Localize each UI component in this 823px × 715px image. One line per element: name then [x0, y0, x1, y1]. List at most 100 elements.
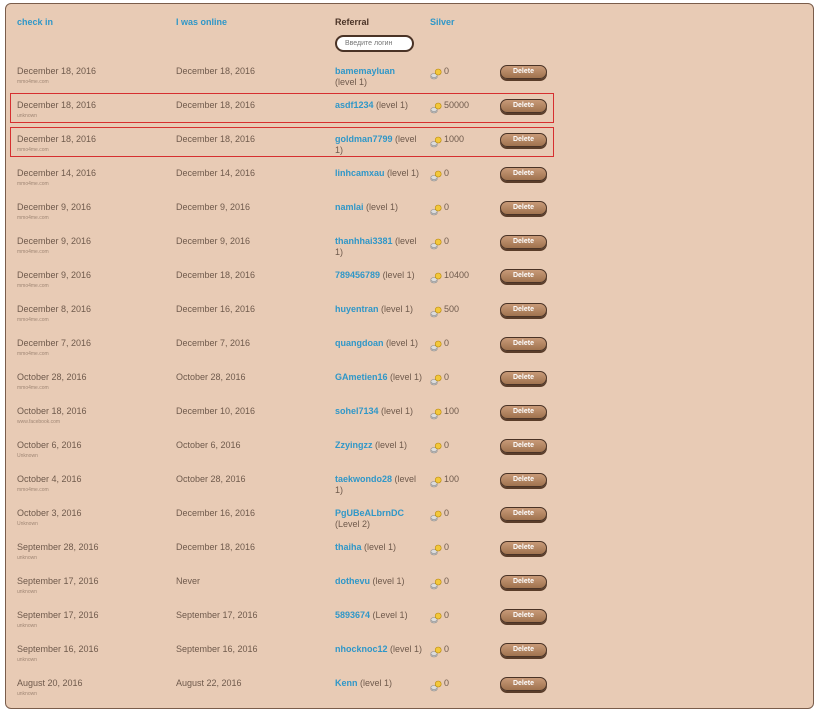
referral-row: September 28, 2016 unknown December 18, 20…: [6, 535, 813, 569]
delete-button[interactable]: Delete: [500, 439, 547, 453]
referral-source: mmo4me.com: [17, 385, 49, 391]
referral-username-link[interactable]: thanhhai3381: [335, 236, 393, 246]
last-online-date: December 18, 2016: [176, 134, 256, 144]
delete-button[interactable]: Delete: [500, 133, 547, 147]
referral-username-link[interactable]: linhcamxau: [335, 168, 385, 178]
delete-button[interactable]: Delete: [500, 677, 547, 691]
checkin-date: December 14, 2016: [17, 168, 97, 178]
header-i-was-online[interactable]: I was online: [176, 17, 227, 27]
checkin-date: December 9, 2016: [17, 202, 92, 212]
referral-source: unknown: [17, 691, 38, 697]
delete-button[interactable]: Delete: [500, 643, 547, 657]
referral-row: October 3, 2016 Unknown December 16, 2016 P…: [6, 501, 813, 535]
last-online-date: September 16, 2016: [176, 644, 258, 654]
silver-coin-icon: [430, 543, 442, 556]
referral-username-link[interactable]: namlai: [335, 202, 364, 212]
delete-button[interactable]: Delete: [500, 235, 547, 249]
checkin-date: December 18, 2016: [17, 100, 97, 110]
referral-level: (level 1): [387, 644, 423, 654]
checkin-date: October 4, 2016: [17, 474, 82, 484]
referral-username-link[interactable]: huyentran: [335, 304, 379, 314]
silver-amount: 0: [444, 66, 450, 76]
silver-amount: 0: [444, 440, 450, 450]
referral-source: mmo4me.com: [17, 283, 49, 289]
silver-coin-icon: [430, 271, 442, 284]
last-online-date: December 16, 2016: [176, 508, 256, 518]
checkin-date: December 7, 2016: [17, 338, 92, 348]
last-online-date: October 6, 2016: [176, 440, 241, 450]
silver-amount: 500: [444, 304, 460, 314]
referral-level: (level 1): [384, 168, 420, 178]
delete-button[interactable]: Delete: [500, 65, 547, 79]
silver-coin-icon: [430, 237, 442, 250]
referral-username-link[interactable]: bamemayluan: [335, 66, 395, 76]
last-online-date: December 18, 2016: [176, 542, 256, 552]
referral-user: namlai (level 1): [335, 202, 398, 212]
referral-username-link[interactable]: 789456789: [335, 270, 380, 280]
referral-username-link[interactable]: sohel7134: [335, 406, 379, 416]
delete-button[interactable]: Delete: [500, 609, 547, 623]
referral-username-link[interactable]: PgUBeALbrnDC: [335, 508, 404, 518]
delete-button[interactable]: Delete: [500, 371, 547, 385]
referral-user: thaiha (level 1): [335, 542, 396, 552]
referral-username-link[interactable]: goldman7799: [335, 134, 393, 144]
checkin-date: August 20, 2016: [17, 678, 83, 688]
referral-source: Unknown: [17, 521, 38, 527]
referral-user: dothevu (level 1): [335, 576, 405, 586]
referral-level: (level 1): [361, 542, 397, 552]
referral-row: December 8, 2016 mmo4me.com December 16, 2…: [6, 297, 813, 331]
referral-username-link[interactable]: asdf1234: [335, 100, 374, 110]
referral-row: December 9, 2016 mmo4me.com December 9, 20…: [6, 229, 813, 263]
checkin-date: September 28, 2016: [17, 542, 99, 552]
referral-username-link[interactable]: Kenn: [335, 678, 358, 688]
delete-button[interactable]: Delete: [500, 405, 547, 419]
login-search-input[interactable]: [335, 35, 414, 52]
delete-button[interactable]: Delete: [500, 303, 547, 317]
referral-row: October 4, 2016 mmo4me.com October 28, 201…: [6, 467, 813, 501]
referral-username-link[interactable]: GAmetien16: [335, 372, 388, 382]
delete-button[interactable]: Delete: [500, 473, 547, 487]
referral-user: Kenn (level 1): [335, 678, 392, 688]
referral-username-link[interactable]: taekwondo28: [335, 474, 392, 484]
referral-source: mmo4me.com: [17, 249, 49, 255]
referral-row: December 14, 2016 mmo4me.com December 14, …: [6, 161, 813, 195]
delete-button[interactable]: Delete: [500, 201, 547, 215]
referral-row: August 20, 2016 unknown August 22, 2016 Ken…: [6, 671, 813, 705]
referral-username-link[interactable]: 5893674: [335, 610, 370, 620]
referral-source: www.facebook.com: [17, 419, 61, 425]
checkin-date: December 18, 2016: [17, 66, 97, 76]
checkin-date: October 28, 2016: [17, 372, 87, 382]
referral-source: mmo4me.com: [17, 351, 49, 357]
referral-username-link[interactable]: thaiha: [335, 542, 362, 552]
referral-source: mmo4me.com: [17, 215, 49, 221]
referral-user: linhcamxau (level 1): [335, 168, 419, 178]
delete-button[interactable]: Delete: [500, 167, 547, 181]
checkin-date: September 17, 2016: [17, 576, 99, 586]
delete-button[interactable]: Delete: [500, 99, 547, 113]
referral-username-link[interactable]: quangdoan: [335, 338, 384, 348]
silver-coin-icon: [430, 679, 442, 692]
delete-button[interactable]: Delete: [500, 541, 547, 555]
referral-user: thanhhai3381 (level 1): [335, 236, 419, 258]
header-silver[interactable]: Silver: [430, 17, 455, 27]
delete-button[interactable]: Delete: [500, 269, 547, 283]
referral-username-link[interactable]: dothevu: [335, 576, 370, 586]
silver-amount: 0: [444, 168, 450, 178]
silver-amount: 1000: [444, 134, 465, 144]
header-check-in[interactable]: check in: [17, 17, 53, 27]
referral-source: mmo4me.com: [17, 79, 49, 85]
silver-amount: 0: [444, 202, 450, 212]
header-referral: Referral: [335, 17, 370, 27]
delete-button[interactable]: Delete: [500, 575, 547, 589]
referral-username-link[interactable]: nhocknoc12: [335, 644, 388, 654]
silver-coin-icon: [430, 475, 442, 488]
delete-button[interactable]: Delete: [500, 337, 547, 351]
referral-user: huyentran (level 1): [335, 304, 413, 314]
referral-username-link[interactable]: Zzyingzz: [335, 440, 373, 450]
delete-button[interactable]: Delete: [500, 507, 547, 521]
silver-amount: 100: [444, 406, 460, 416]
referral-user: goldman7799 (level 1): [335, 134, 419, 156]
last-online-date: Never: [176, 576, 201, 586]
referral-user: Zzyingzz (level 1): [335, 440, 407, 450]
referral-user: nhocknoc12 (level 1): [335, 644, 422, 654]
